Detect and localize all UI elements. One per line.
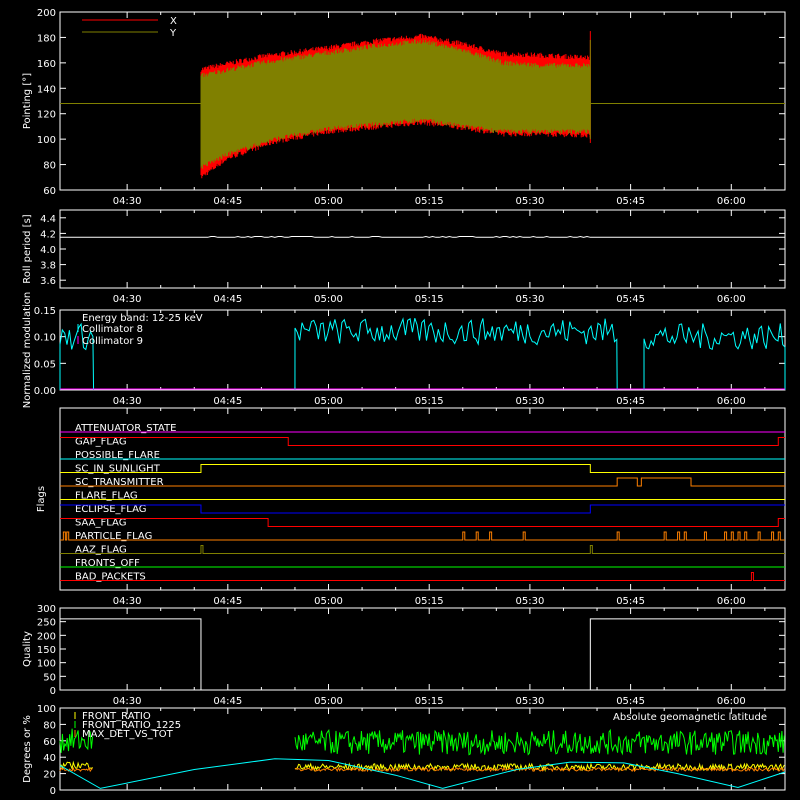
flag-trace <box>60 572 785 581</box>
y-tick-label: 0 <box>50 786 56 797</box>
y-tick-label: 100 <box>37 659 56 670</box>
x-tick-label: 06:00 <box>717 696 746 707</box>
flag-trace <box>60 531 785 541</box>
y-tick-label: 250 <box>37 618 56 629</box>
x-tick-label: 05:15 <box>415 596 444 607</box>
x-tick-label: 05:30 <box>515 696 544 707</box>
x-tick-label: 04:45 <box>213 696 242 707</box>
y-tick-label: 120 <box>37 110 56 121</box>
latitude-annotation: Absolute geomagnetic latitude <box>613 712 767 723</box>
legend-label: Collimator 9 <box>82 336 143 347</box>
y-tick-label: 80 <box>43 161 56 172</box>
x-tick-label: 05:30 <box>515 196 544 207</box>
y-tick-label: 100 <box>37 704 56 715</box>
y-axis-label-2: Normalized modulation <box>22 292 33 409</box>
y-tick-label: 4.4 <box>40 214 56 225</box>
quality-line <box>60 618 785 691</box>
energy-band-annotation: Energy band: 12-25 keV <box>82 313 203 324</box>
multi-panel-chart: 04:30 04:45 05:00 05:15 05:30 05:45 06:00 60 80 1… <box>22 8 786 797</box>
y-tick-label: 50 <box>43 672 56 683</box>
x-tick-label: 05:45 <box>616 294 645 305</box>
flag-trace <box>60 477 785 487</box>
panel-frame-4 <box>59 607 786 691</box>
x-tick-label: 05:30 <box>515 396 544 407</box>
legend-label: Collimator 8 <box>82 324 143 335</box>
y-tick-label: 300 <box>37 604 56 615</box>
y-tick-label: 4.0 <box>40 245 56 256</box>
y-tick-label: 100 <box>37 135 56 146</box>
x-tick-label: 04:30 <box>113 294 142 305</box>
flag-trace <box>60 437 785 446</box>
y-tick-label: 180 <box>37 33 56 44</box>
x-tick-label: 05:45 <box>616 596 645 607</box>
y-tick-label: 200 <box>37 8 56 19</box>
x-tick-label: 05:15 <box>415 396 444 407</box>
x-tick-label: 05:00 <box>314 596 343 607</box>
x-tick-label: 06:00 <box>717 396 746 407</box>
legend-label: X <box>170 16 177 27</box>
x-tick-label: 05:45 <box>616 396 645 407</box>
collimator-8-series <box>59 317 786 391</box>
plot-figure: 04:30 04:45 05:00 05:15 05:30 05:45 06:00 60 80 1… <box>0 0 800 800</box>
x-tick-label: 05:15 <box>415 196 444 207</box>
y-tick-label: 0.05 <box>34 359 56 370</box>
y-tick-label: 200 <box>37 631 56 642</box>
y-tick-label: 0.00 <box>34 386 56 397</box>
flag-label: GAP_FLAG <box>75 437 127 448</box>
x-tick-label: 04:45 <box>213 196 242 207</box>
x-tick-label: 04:45 <box>213 596 242 607</box>
x-tick-label: 05:00 <box>314 294 343 305</box>
x-tick-label: 04:45 <box>213 396 242 407</box>
panel-frame-1 <box>59 209 786 289</box>
y-tick-label: 0 <box>50 686 56 697</box>
x-tick-label: 06:00 <box>717 196 746 207</box>
x-tick-label: 05:15 <box>415 294 444 305</box>
x-tick-label: 04:30 <box>113 196 142 207</box>
flag-trace <box>60 518 785 527</box>
x-tick-label: 04:45 <box>213 294 242 305</box>
flag-trace <box>60 545 785 554</box>
y-tick-label: 0.15 <box>34 306 56 317</box>
x-tick-label: 06:00 <box>717 596 746 607</box>
x-tick-label: 05:00 <box>314 196 343 207</box>
x-tick-label: 04:30 <box>113 396 142 407</box>
flag-label: SAA_FLAG <box>75 518 126 529</box>
roll-period-line <box>60 235 785 238</box>
x-tick-label: 05:30 <box>515 294 544 305</box>
flag-trace <box>60 504 785 514</box>
y-tick-label: 40 <box>43 753 56 764</box>
legend-label: Y <box>169 28 177 39</box>
x-tick-label: 05:00 <box>314 396 343 407</box>
y-tick-label: 3.8 <box>40 261 56 272</box>
y-tick-label: 140 <box>37 84 56 95</box>
y-tick-label: 160 <box>37 59 56 70</box>
y-axis-label-1: Roll period [s] <box>22 214 33 283</box>
x-tick-label: 05:15 <box>415 696 444 707</box>
x-tick-label: 05:45 <box>616 196 645 207</box>
y-tick-label: 60 <box>43 737 56 748</box>
x-tick-label: 04:30 <box>113 696 142 707</box>
y-axis-label-3: Flags <box>36 486 47 512</box>
y-axis-label-0: Pointing [°] <box>22 73 33 129</box>
x-tick-label: 05:45 <box>616 696 645 707</box>
y-tick-label: 80 <box>43 720 56 731</box>
y-tick-label: 4.2 <box>40 229 56 240</box>
geomagnetic-latitude-line <box>59 758 786 789</box>
y-tick-label: 60 <box>43 186 56 197</box>
y-tick-label: 3.6 <box>40 276 56 287</box>
flag-trace <box>60 464 785 473</box>
y-tick-label: 20 <box>43 770 56 781</box>
x-tick-label: 04:30 <box>113 596 142 607</box>
legend-label: MAX_DET_VS_TOT <box>82 729 174 740</box>
y-axis-label-4: Quality <box>22 631 33 667</box>
x-tick-label: 05:00 <box>314 696 343 707</box>
x-tick-label: 06:00 <box>717 294 746 305</box>
y-tick-label: 0.10 <box>34 333 56 344</box>
y-axis-label-5: Degrees or % <box>22 715 33 783</box>
y-tick-label: 150 <box>37 645 56 656</box>
flag-label: ECLIPSE_FLAG <box>75 504 146 515</box>
x-tick-label: 05:30 <box>515 596 544 607</box>
